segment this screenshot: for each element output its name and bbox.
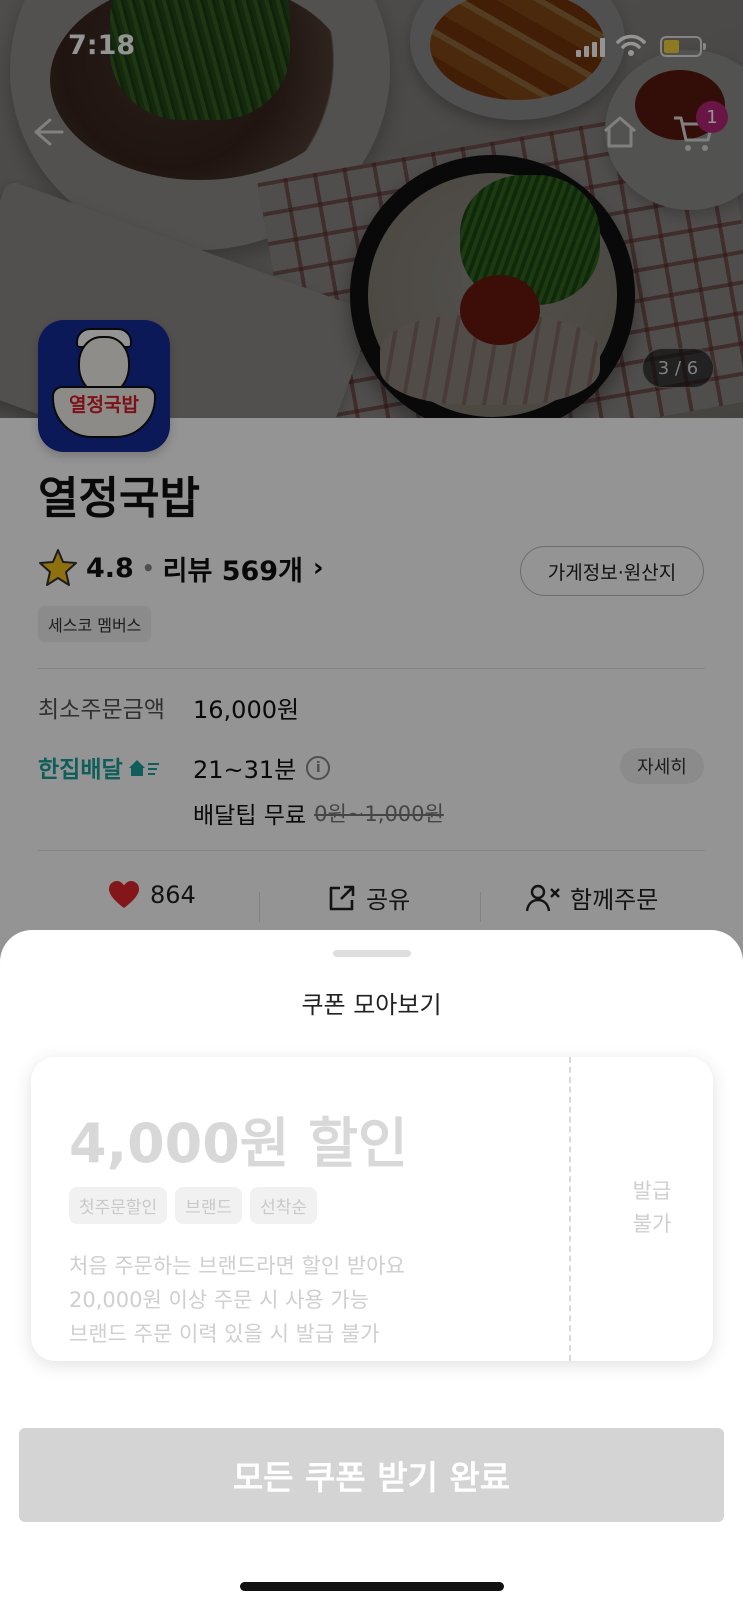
claim-all-coupons-button[interactable]: 모든 쿠폰 받기 완료 [19,1428,724,1522]
coupon-issue-status: 발급 불가 [591,1175,713,1241]
coupon-status-line: 발급 [632,1179,672,1203]
coupon-desc-line: 처음 주문하는 브랜드라면 할인 받아요 [69,1254,405,1278]
coupon-tag: 브랜드 [175,1187,243,1224]
coupon-tag: 선착순 [250,1187,318,1224]
coupon-description: 처음 주문하는 브랜드라면 할인 받아요 20,000원 이상 주문 시 사용 … [69,1249,405,1351]
sheet-title: 쿠폰 모아보기 [301,991,442,1019]
coupon-desc-line: 20,000원 이상 주문 시 사용 가능 [69,1288,370,1312]
coupon-status-line: 불가 [632,1212,672,1236]
sheet-drag-handle[interactable] [333,950,411,957]
coupon-amount: 4,000원 할인 [69,1112,408,1175]
coupon-tags: 첫주문할인 브랜드 선착순 [69,1187,318,1224]
coupon-desc-line: 브랜드 주문 이력 있을 시 발급 불가 [69,1322,380,1346]
coupon-tag: 첫주문할인 [69,1187,168,1224]
coupon-perforation [569,1057,571,1361]
coupon-card: 4,000원 할인 첫주문할인 브랜드 선착순 처음 주문하는 브랜드라면 할인… [31,1057,713,1361]
home-indicator [240,1582,504,1591]
coupon-bottom-sheet: 쿠폰 모아보기 4,000원 할인 첫주문할인 브랜드 선착순 처음 주문하는 … [0,930,743,1608]
